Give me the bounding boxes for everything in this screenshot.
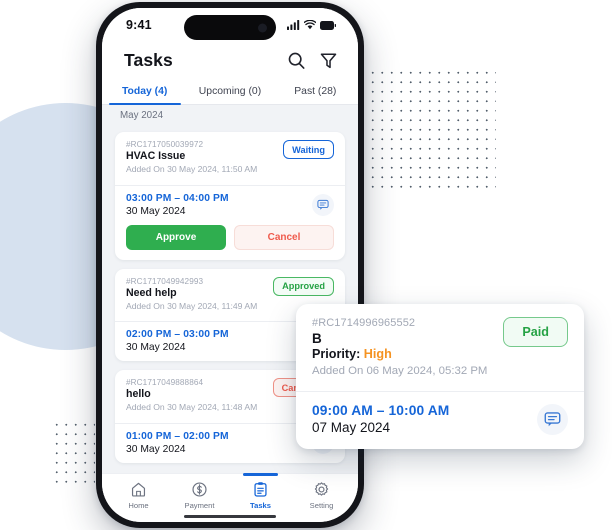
nav-label: Setting (309, 501, 334, 510)
task-schedule-text: 03:00 PM – 04:00 PM 30 May 2024 (126, 193, 229, 217)
gear-icon (314, 482, 329, 496)
status-bar-time: 9:41 (126, 18, 152, 32)
task-card[interactable]: #RC1717050039972 HVAC Issue Added On 30 … (115, 132, 345, 260)
tab-upcoming[interactable]: Upcoming (0) (187, 81, 272, 104)
task-time-range: 03:00 PM – 04:00 PM (126, 192, 229, 204)
status-badge: Approved (273, 276, 334, 296)
dot-grid-decoration-right (368, 68, 496, 189)
page-title: Tasks (124, 50, 173, 70)
task-card-schedule: 03:00 PM – 04:00 PM 30 May 2024 (115, 184, 345, 225)
nav-item-tasks[interactable]: Tasks (230, 473, 291, 510)
task-added-on: Added On 30 May 2024, 11:50 AM (126, 164, 258, 174)
task-date: 30 May 2024 (126, 342, 186, 354)
nav-item-payment[interactable]: Payment (169, 481, 230, 510)
nav-label: Payment (184, 501, 215, 510)
home-icon (131, 482, 146, 497)
task-date: 30 May 2024 (126, 205, 186, 217)
status-badge: Waiting (283, 140, 334, 159)
task-added-on: Added On 30 May 2024, 11:48 AM (126, 402, 258, 413)
chat-bubble-icon (317, 199, 329, 210)
signal-icon (287, 20, 300, 30)
task-title: B (312, 331, 322, 346)
header-actions (287, 51, 338, 70)
app-header: Tasks (102, 42, 358, 81)
task-schedule-text: 09:00 AM – 10:00 AM 07 May 2024 (312, 403, 449, 435)
month-section-header: May 2024 (102, 105, 358, 126)
task-title: HVAC Issue (126, 150, 186, 162)
task-time-range: 09:00 AM – 10:00 AM (312, 403, 450, 419)
home-indicator (184, 514, 276, 518)
task-added-on: Added On 06 May 2024, 05:32 PM (312, 365, 488, 377)
nav-item-setting[interactable]: Setting (291, 481, 352, 510)
battery-icon (320, 20, 336, 30)
task-card-header: #RC1717050039972 HVAC Issue Added On 30 … (115, 132, 345, 185)
chat-button[interactable] (537, 403, 568, 435)
task-priority-value: High (363, 347, 392, 361)
task-card-meta: #RC1717049888864 hello Added On 30 May 2… (126, 378, 267, 414)
nav-item-home[interactable]: Home (108, 481, 169, 510)
floating-card-header: #RC1714996965552 B Priority: High Added … (296, 304, 584, 391)
floating-card-meta: #RC1714996965552 B Priority: High Added … (312, 317, 497, 379)
task-reference: #RC1717050039972 (126, 140, 204, 149)
dollar-circle-icon (192, 482, 207, 497)
task-priority-label: Priority: (312, 347, 361, 361)
phone-mockup: 9:41 Tasks Today (4) Upcoming (0) Past (… (96, 2, 364, 528)
search-icon[interactable] (287, 51, 306, 70)
nav-label: Home (128, 501, 149, 510)
task-time-range: 01:00 PM – 02:00 PM (126, 430, 229, 442)
task-reference: #RC1717049888864 (126, 378, 204, 388)
tab-past[interactable]: Past (28) (273, 81, 358, 104)
floating-card-schedule: 09:00 AM – 10:00 AM 07 May 2024 (296, 391, 584, 449)
task-card-meta: #RC1717050039972 HVAC Issue Added On 30 … (126, 140, 277, 176)
tab-today[interactable]: Today (4) (102, 81, 187, 105)
task-date: 07 May 2024 (312, 420, 391, 436)
dynamic-island (184, 15, 276, 40)
dot-grid-decoration-bottom-left (52, 420, 95, 484)
task-priority: Priority: High (312, 347, 497, 361)
task-reference: #RC1714996965552 (312, 317, 416, 329)
task-added-on: Added On 30 May 2024, 11:49 AM (126, 300, 258, 311)
chat-button[interactable] (312, 193, 334, 216)
task-schedule-text: 02:00 PM – 03:00 PM 30 May 2024 (126, 329, 229, 353)
chat-bubble-icon (544, 412, 561, 427)
task-reference: #RC1717049942993 (126, 276, 204, 286)
task-card-meta: #RC1717049942993 Need help Added On 30 M… (126, 277, 267, 313)
task-title: Need help (126, 286, 177, 299)
cancel-button[interactable]: Cancel (234, 224, 334, 250)
filter-icon[interactable] (319, 51, 338, 70)
status-badge: Paid (503, 317, 568, 347)
task-date: 30 May 2024 (126, 443, 186, 455)
nav-label: Tasks (250, 501, 271, 510)
tab-bar: Today (4) Upcoming (0) Past (28) (102, 81, 358, 105)
floating-task-card[interactable]: #RC1714996965552 B Priority: High Added … (296, 304, 584, 450)
status-bar: 9:41 (102, 8, 358, 42)
task-card-actions: Approve Cancel (115, 224, 345, 260)
task-time-range: 02:00 PM – 03:00 PM (126, 329, 229, 341)
wifi-icon (304, 20, 316, 30)
screenshot-stage: 9:41 Tasks Today (4) Upcoming (0) Past (… (0, 0, 612, 530)
status-bar-icons (287, 20, 336, 30)
task-schedule-text: 01:00 PM – 02:00 PM 30 May 2024 (126, 431, 229, 455)
task-title: hello (126, 388, 151, 401)
approve-button[interactable]: Approve (126, 224, 226, 250)
clipboard-icon (254, 482, 267, 497)
